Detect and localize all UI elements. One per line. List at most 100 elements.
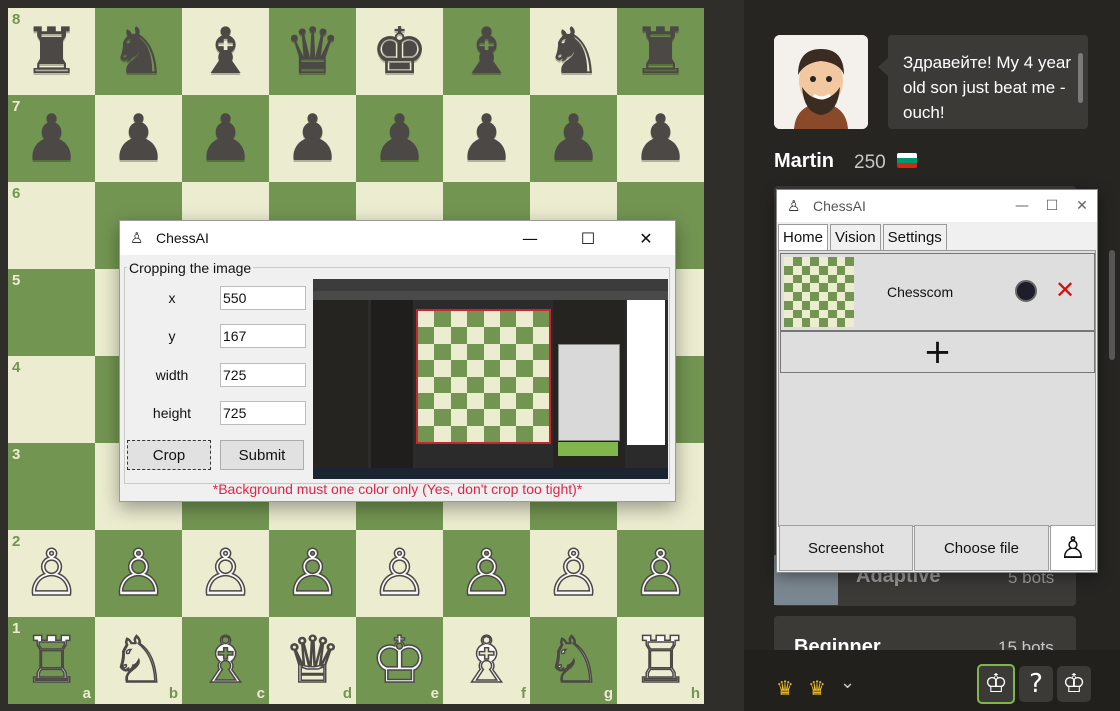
board-square[interactable]: ♝: [443, 8, 530, 95]
height-input[interactable]: [220, 401, 306, 425]
white-piece-icon[interactable]: ♙: [617, 530, 704, 617]
board-square[interactable]: b ♘: [95, 617, 182, 704]
close-button[interactable]: ✕: [1067, 190, 1097, 222]
bot-name: Martin: [774, 150, 834, 172]
board-square[interactable]: ♙: [530, 530, 617, 617]
board-square[interactable]: ♝: [182, 8, 269, 95]
white-piece-icon[interactable]: ♙: [443, 530, 530, 617]
tab-vision[interactable]: Vision: [830, 224, 881, 250]
board-square[interactable]: g ♘: [530, 617, 617, 704]
black-piece-icon[interactable]: ♟: [182, 95, 269, 182]
board-square[interactable]: ♙: [617, 530, 704, 617]
add-profile-button[interactable]: +: [780, 331, 1095, 373]
white-piece-icon[interactable]: ♙: [356, 530, 443, 617]
speech-bubble-tail: [878, 58, 888, 76]
board-square[interactable]: ♙: [269, 530, 356, 617]
white-piece-icon[interactable]: ♘: [95, 617, 182, 704]
speech-scrollbar[interactable]: [1078, 53, 1083, 103]
panel-scrollbar[interactable]: [1109, 250, 1115, 360]
black-piece-icon[interactable]: ♟: [8, 95, 95, 182]
board-square[interactable]: ♙: [95, 530, 182, 617]
white-piece-icon[interactable]: ♗: [182, 617, 269, 704]
board-square[interactable]: ♟: [269, 95, 356, 182]
black-piece-icon[interactable]: ♞: [530, 8, 617, 95]
board-square[interactable]: ♙: [356, 530, 443, 617]
white-piece-icon[interactable]: ♖: [8, 617, 95, 704]
black-piece-icon[interactable]: ♟: [356, 95, 443, 182]
white-piece-icon[interactable]: ♖: [617, 617, 704, 704]
black-piece-icon[interactable]: ♝: [443, 8, 530, 95]
board-square[interactable]: 7 ♟: [8, 95, 95, 182]
y-input[interactable]: [220, 324, 306, 348]
black-piece-icon[interactable]: ♛: [269, 8, 356, 95]
maximize-button[interactable]: ☐: [559, 221, 617, 255]
board-square[interactable]: 2 ♙: [8, 530, 95, 617]
board-square[interactable]: ♞: [530, 8, 617, 95]
board-square[interactable]: ♟: [530, 95, 617, 182]
white-piece-icon[interactable]: ♘: [530, 617, 617, 704]
black-piece-icon[interactable]: ♟: [530, 95, 617, 182]
white-piece-icon[interactable]: ♗: [443, 617, 530, 704]
black-piece-icon[interactable]: ♜: [8, 8, 95, 95]
board-square[interactable]: ♟: [356, 95, 443, 182]
white-piece-icon[interactable]: ♙: [269, 530, 356, 617]
board-square[interactable]: ♟: [617, 95, 704, 182]
mode-help-button[interactable]: ?: [1019, 666, 1053, 702]
black-piece-icon[interactable]: ♟: [95, 95, 182, 182]
black-piece-icon[interactable]: ♜: [617, 8, 704, 95]
profile-row[interactable]: Chesscom ✕: [780, 253, 1095, 331]
main-titlebar[interactable]: ♙ ChessAI — ☐ ✕: [777, 190, 1097, 222]
board-square[interactable]: ♟: [95, 95, 182, 182]
white-piece-icon[interactable]: ♙: [95, 530, 182, 617]
board-square[interactable]: 3: [8, 443, 95, 530]
board-square[interactable]: f ♗: [443, 617, 530, 704]
white-piece-icon[interactable]: ♙: [530, 530, 617, 617]
tab-home[interactable]: Home: [778, 224, 829, 250]
chevron-down-icon[interactable]: ⌄: [840, 672, 855, 693]
board-square[interactable]: ♞: [95, 8, 182, 95]
mode-king-alt-button[interactable]: ♔: [1057, 666, 1091, 702]
board-square[interactable]: 1 a ♖: [8, 617, 95, 704]
black-piece-icon[interactable]: ♟: [443, 95, 530, 182]
white-piece-icon[interactable]: ♕: [269, 617, 356, 704]
board-square[interactable]: ♜: [617, 8, 704, 95]
submit-button[interactable]: Submit: [220, 440, 304, 470]
width-input[interactable]: [220, 363, 306, 387]
black-piece-icon[interactable]: ♟: [617, 95, 704, 182]
white-piece-icon[interactable]: ♙: [182, 530, 269, 617]
minimize-button[interactable]: —: [1007, 190, 1037, 222]
x-input[interactable]: [220, 286, 306, 310]
black-piece-icon[interactable]: ♟: [269, 95, 356, 182]
color-indicator[interactable]: [1015, 280, 1037, 302]
maximize-button[interactable]: ☐: [1037, 190, 1067, 222]
mode-king-button[interactable]: ♔: [977, 664, 1015, 704]
black-piece-icon[interactable]: ♞: [95, 8, 182, 95]
board-square[interactable]: ♛: [269, 8, 356, 95]
black-piece-icon[interactable]: ♚: [356, 8, 443, 95]
delete-icon[interactable]: ✕: [1055, 276, 1075, 304]
board-square[interactable]: c ♗: [182, 617, 269, 704]
screenshot-button[interactable]: Screenshot: [779, 525, 913, 571]
pawn-button[interactable]: ♙: [1050, 525, 1096, 571]
black-piece-icon[interactable]: ♝: [182, 8, 269, 95]
close-button[interactable]: ✕: [617, 221, 675, 255]
board-square[interactable]: ♙: [182, 530, 269, 617]
board-square[interactable]: 8 ♜: [8, 8, 95, 95]
board-square[interactable]: ♟: [443, 95, 530, 182]
board-square[interactable]: 5: [8, 269, 95, 356]
minimize-button[interactable]: —: [501, 221, 559, 255]
board-square[interactable]: 4: [8, 356, 95, 443]
white-piece-icon[interactable]: ♙: [8, 530, 95, 617]
crop-button[interactable]: Crop: [127, 440, 211, 470]
white-piece-icon[interactable]: ♔: [356, 617, 443, 704]
choose-file-button[interactable]: Choose file: [914, 525, 1049, 571]
dialog-titlebar[interactable]: ♙ ChessAI — ☐ ✕: [120, 221, 675, 255]
board-square[interactable]: ♙: [443, 530, 530, 617]
board-square[interactable]: e ♔: [356, 617, 443, 704]
board-square[interactable]: h ♖: [617, 617, 704, 704]
tab-settings[interactable]: Settings: [882, 224, 947, 250]
board-square[interactable]: ♚: [356, 8, 443, 95]
board-square[interactable]: ♟: [182, 95, 269, 182]
board-square[interactable]: 6: [8, 182, 95, 269]
board-square[interactable]: d ♕: [269, 617, 356, 704]
